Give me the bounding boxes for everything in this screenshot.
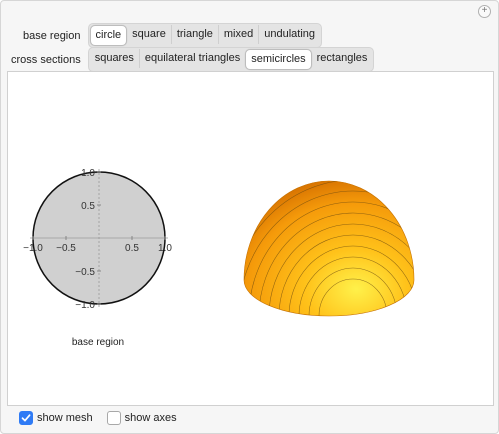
- base-region-option-triangle[interactable]: triangle: [170, 25, 218, 44]
- x-tick-label: −1.0: [23, 243, 43, 254]
- y-tick-label: 1.0: [81, 168, 95, 179]
- base-region-setter-bar: circle square triangle mixed undulating: [87, 23, 323, 48]
- cross-sections-control: cross sections squares equilateral trian…: [11, 47, 375, 72]
- dome-surface: [243, 180, 415, 317]
- x-tick-label: −0.5: [56, 243, 76, 254]
- base-region-option-undulating[interactable]: undulating: [258, 25, 320, 44]
- x-tick-label: 1.0: [158, 243, 172, 254]
- y-tick-label: 0.5: [81, 201, 95, 212]
- base-region-control: base region circle square triangle mixed…: [23, 23, 323, 48]
- checkmark-icon: [21, 414, 31, 422]
- y-tick-label: −1.0: [75, 300, 95, 311]
- cross-section-option-rectangles[interactable]: rectangles: [312, 49, 373, 68]
- show-mesh-checkbox[interactable]: [19, 411, 33, 425]
- manipulate-panel: + base region circle square triangle mix…: [0, 0, 499, 434]
- base-region-caption: base region: [72, 337, 124, 348]
- output-canvas: −1.0 −0.5 0.5 1.0 1.0 0.5 −0.5 −1.0 base…: [7, 71, 494, 406]
- solid-3d: [243, 180, 415, 317]
- base-region-option-circle[interactable]: circle: [89, 25, 128, 46]
- base-region-option-mixed[interactable]: mixed: [217, 25, 258, 44]
- cross-sections-setter-bar: squares equilateral triangles semicircle…: [87, 47, 375, 72]
- output-graphics: −1.0 −0.5 0.5 1.0 1.0 0.5 −0.5 −1.0 base…: [23, 168, 415, 348]
- plus-icon[interactable]: +: [478, 5, 491, 18]
- options-row: show mesh show axes: [19, 411, 191, 425]
- base-region-label: base region: [23, 29, 81, 42]
- y-tick-label: −0.5: [75, 267, 95, 278]
- show-axes-checkbox[interactable]: [106, 411, 121, 425]
- cross-section-option-equilateral-triangles[interactable]: equilateral triangles: [138, 49, 245, 68]
- cross-section-option-semicircles[interactable]: semicircles: [245, 49, 312, 70]
- x-tick-label: 0.5: [125, 243, 139, 254]
- cross-sections-label: cross sections: [11, 53, 81, 66]
- show-axes-label[interactable]: show axes: [125, 412, 177, 424]
- base-region-plot: −1.0 −0.5 0.5 1.0 1.0 0.5 −0.5 −1.0 base…: [23, 168, 172, 348]
- base-region-option-square[interactable]: square: [127, 25, 171, 44]
- show-mesh-label[interactable]: show mesh: [37, 412, 93, 424]
- cross-section-option-squares[interactable]: squares: [90, 49, 139, 68]
